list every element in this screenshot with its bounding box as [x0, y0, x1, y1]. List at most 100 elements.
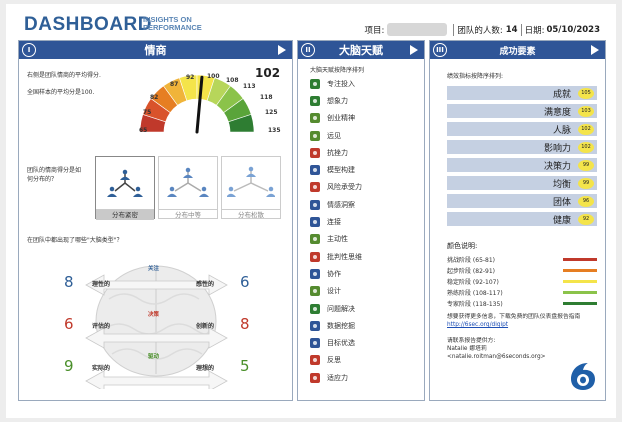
evaluative-label: 评估的: [92, 323, 111, 330]
talent-item: 远见: [310, 127, 420, 144]
distribution-option-tight[interactable]: 分布紧密: [95, 156, 155, 220]
decide-label: 决策: [148, 312, 160, 318]
talent-icon: [310, 182, 320, 193]
talent-label: 模型构建: [327, 166, 355, 175]
legend-label: 专家阶段 (118-135): [447, 300, 503, 308]
contact-name: Natalie 娜塔莉: [447, 346, 487, 352]
emotional-count: 6: [240, 273, 250, 291]
factor-score-badge: 92: [578, 213, 594, 225]
section-number: I: [22, 43, 36, 57]
factor-row: 成就 105: [447, 86, 597, 100]
distribution-option-medium[interactable]: 分布中等: [158, 156, 218, 219]
talent-label: 连接: [327, 218, 341, 227]
factor-label: 人脉: [552, 125, 571, 136]
talent-item: 连接: [310, 213, 420, 230]
factor-score-badge: 102: [578, 123, 594, 135]
eq-panel-header: I 情商: [19, 41, 292, 59]
header-info: 项目: 团队的人数: 14 日期: 05/10/2023: [365, 23, 600, 36]
contact-block: 请联系报告提供方: Natalie 娜塔莉 <natalie.roitman@6…: [447, 337, 597, 361]
talent-icon: [310, 355, 320, 366]
six-seconds-logo: [571, 363, 595, 390]
talent-item: 批判性思维: [310, 248, 420, 265]
section-number: II: [301, 43, 315, 57]
talent-icon: [310, 251, 320, 262]
chevron-right-icon: [410, 45, 418, 55]
tick-label: 75: [143, 109, 152, 116]
talent-icon: [310, 113, 320, 124]
legend-label: 熟练阶段 (108-117): [447, 289, 503, 297]
talent-label: 适应力: [327, 373, 348, 382]
legend-swatch: [563, 268, 597, 272]
project-name-redacted: [387, 23, 448, 36]
talent-label: 情感洞察: [327, 200, 355, 209]
talents-panel-title: 大脑天赋: [339, 44, 383, 57]
avg-text: 右侧是团队情商的平均得分.: [27, 72, 101, 79]
dashboard-subtitle: INSIGHTS ON PERFORMANCE: [143, 16, 202, 32]
factor-label: 成就: [552, 89, 571, 100]
talent-icon: [310, 95, 320, 106]
factor-label: 团体: [552, 197, 571, 208]
emotional-label: 感性的: [196, 281, 215, 288]
talent-label: 想象力: [327, 96, 348, 105]
talent-item: 设计: [310, 283, 420, 300]
talent-item: 问题解决: [310, 300, 420, 317]
talent-item: 协作: [310, 265, 420, 282]
factor-label: 健康: [552, 215, 571, 226]
talent-icon: [310, 320, 320, 331]
talent-label: 风险承受力: [327, 183, 362, 192]
talent-icon: [310, 268, 320, 279]
talent-item: 主动性: [310, 231, 420, 248]
talent-icon: [310, 217, 320, 228]
talent-label: 数据挖掘: [327, 321, 355, 330]
factor-label: 满意度: [543, 107, 571, 118]
factor-row: 团体 96: [447, 194, 597, 208]
tick-label: 87: [170, 81, 179, 88]
more-info-text: 想要获得更多信息，下载免费的团队仪表盘报告指南 http://6sec.org/…: [447, 313, 597, 329]
factor-row: 决策力 99: [447, 158, 597, 172]
contact-email: <natalie.roitman@6seconds.org>: [447, 354, 546, 360]
guide-link[interactable]: http://6sec.org/digipt: [447, 321, 597, 329]
option-label: 分布紧密: [96, 209, 154, 220]
section-number: III: [433, 43, 447, 57]
subtitle-line-2: PERFORMANCE: [143, 23, 202, 32]
talent-icon: [310, 234, 320, 245]
talent-label: 批判性思维: [327, 252, 362, 261]
talent-icon: [310, 165, 320, 176]
eq-panel: I 情商 右侧是团队情商的平均得分. 全国样本的平均分是100. 102 65 …: [18, 40, 293, 401]
legend-swatch: [563, 279, 597, 283]
talent-item: 抗挫力: [310, 144, 420, 161]
talent-item: 风险承受力: [310, 179, 420, 196]
legend-item: 起步阶段 (82-91): [447, 265, 597, 275]
talent-icon: [310, 338, 320, 349]
drive-label: 驱动: [148, 354, 160, 360]
date-label: 日期:: [524, 25, 545, 36]
talent-icon: [310, 147, 320, 158]
people-group-icon: [159, 157, 217, 209]
success-factors-panel: III 成功要素 绩效指标按降序排列: 成就 105 满意度 103 人脉 102 影响力 1…: [429, 40, 606, 401]
factor-label: 均衡: [552, 179, 571, 190]
legend-swatch: [563, 301, 597, 305]
talent-label: 专注投入: [327, 79, 355, 88]
tick-label: 65: [139, 127, 148, 134]
talent-label: 抗挫力: [327, 148, 348, 157]
talent-icon: [310, 78, 320, 89]
talent-label: 反思: [327, 356, 341, 365]
talent-label: 主动性: [327, 235, 348, 244]
talent-label: 协作: [327, 269, 341, 278]
practical-count: 9: [64, 357, 74, 375]
team-count: 14: [505, 24, 518, 35]
talent-item: 反思: [310, 352, 420, 369]
talent-item: 专注投入: [310, 75, 420, 92]
chevron-right-icon: [591, 45, 599, 55]
talent-item: 数据挖掘: [310, 317, 420, 334]
rational-count: 8: [64, 273, 74, 291]
chevron-right-icon: [278, 45, 286, 55]
legend-item: 熟练阶段 (108-117): [447, 287, 597, 297]
team-count-label: 团队的人数:: [457, 25, 503, 36]
tick-label: 125: [265, 109, 278, 116]
factor-score-badge: 102: [578, 141, 594, 153]
dashboard-page: DASHBOARD INSIGHTS ON PERFORMANCE 项目: 团队…: [6, 4, 616, 418]
talent-item: 适应力: [310, 369, 420, 386]
evaluative-count: 6: [64, 315, 74, 333]
distribution-option-loose[interactable]: 分布松散: [221, 156, 281, 219]
